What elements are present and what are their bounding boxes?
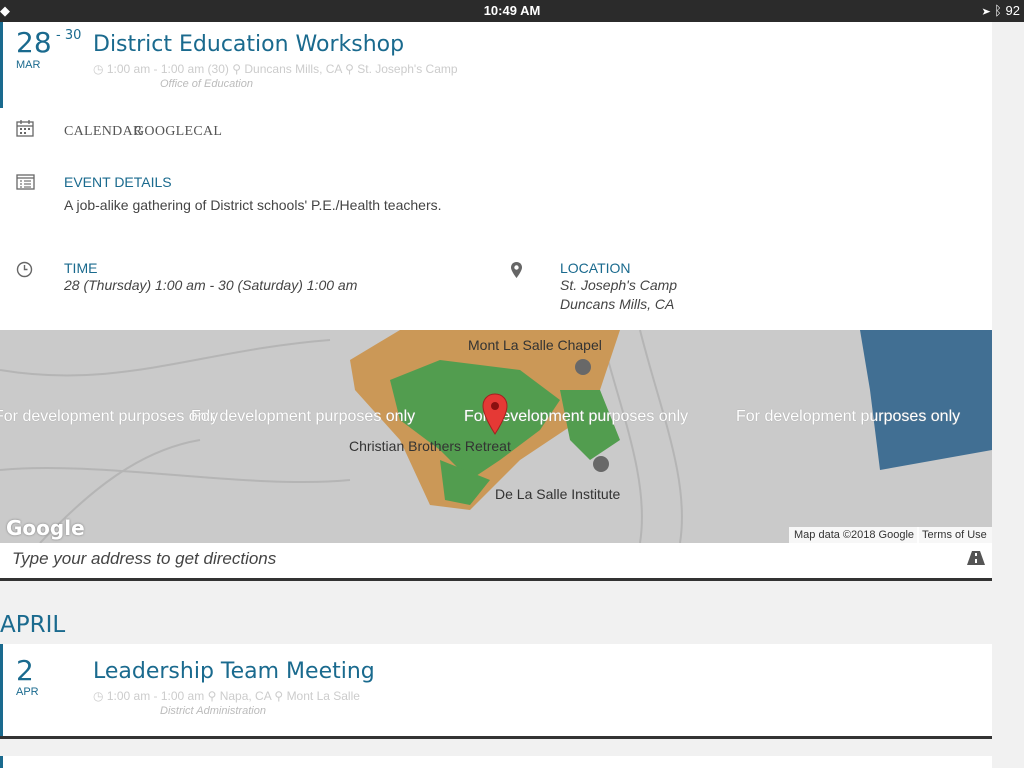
calendar-button[interactable]: CALENDAR — [64, 124, 143, 140]
map-pin-icon: ⚲ — [232, 62, 242, 76]
location-line2: Duncans Mills, CA — [560, 296, 675, 312]
event-meta-time: 1:00 am - 1:00 am — [106, 689, 205, 703]
bluetooth-icon: ᛒ — [994, 3, 1002, 18]
map-view[interactable]: For development purposes only For develo… — [0, 330, 992, 543]
status-time: 10:49 AM — [483, 3, 541, 18]
road-icon[interactable] — [966, 550, 986, 566]
calendar-icon — [16, 120, 34, 137]
event-organization: Office of Education — [160, 78, 253, 90]
time-text: 28 (Thursday) 1:00 am - 30 (Saturday) 1:… — [64, 277, 358, 293]
google-logo: Google — [6, 516, 85, 540]
event-meta: ◷ 1:00 am - 1:00 am (30) ⚲ Duncans Mills… — [93, 62, 458, 76]
event-title[interactable]: Leadership Team Meeting — [93, 659, 375, 684]
map-attribution: Map data ©2018 Google — [789, 527, 920, 543]
clock-icon: ◷ — [93, 689, 104, 703]
event-meta-place: St. Joseph's Camp — [357, 62, 458, 76]
map-label-chapel: Mont La Salle Chapel — [468, 337, 602, 353]
event-accent-bar — [0, 644, 3, 736]
map-watermark: For development purposes only — [0, 408, 219, 425]
event-day-end: - 30 — [56, 28, 82, 43]
googlecal-button[interactable]: GOOGLECAL — [134, 124, 222, 140]
event-accent-bar — [0, 756, 3, 768]
map-watermark: For development purposes only — [736, 408, 961, 425]
location-arrow-icon: ➤ — [982, 3, 991, 18]
map-terms-link[interactable]: Terms of Use — [917, 527, 992, 543]
directions-input[interactable] — [0, 543, 974, 575]
event-month: MAR — [16, 59, 41, 71]
event-card[interactable]: 2 APR Leadership Team Meeting ◷ 1:00 am … — [0, 644, 992, 739]
event-month: APR — [16, 686, 39, 698]
map-pin-icon: ⚲ — [207, 689, 217, 703]
battery-level: 92 — [1005, 3, 1020, 18]
map-label-institute: De La Salle Institute — [495, 486, 621, 502]
location-label: LOCATION — [560, 260, 631, 276]
month-section-header: APRIL — [0, 612, 66, 638]
event-accent-bar — [0, 22, 3, 108]
event-details-label: EVENT DETAILS — [64, 174, 172, 190]
map-watermark: For development purposes only — [191, 408, 416, 425]
event-meta-place: Mont La Salle — [286, 689, 360, 703]
clock-icon: ◷ — [93, 62, 104, 76]
time-label: TIME — [64, 260, 98, 276]
map-pin-icon — [511, 262, 522, 278]
event-day: 2 — [16, 654, 34, 687]
event-day: 28 — [16, 26, 52, 59]
map-marker-icon[interactable] — [481, 392, 509, 436]
status-right: ➤ ᛒ 92 — [983, 3, 1020, 18]
event-card-partial[interactable] — [0, 756, 992, 768]
event-meta-city: Duncans Mills, CA — [244, 62, 342, 76]
map-label-retreat: Christian Brothers Retreat — [349, 438, 511, 454]
map-pin-icon: ⚲ — [345, 62, 354, 76]
event-meta: ◷ 1:00 am - 1:00 am ⚲ Napa, CA ⚲ Mont La… — [93, 689, 360, 703]
event-details-text: A job-alike gathering of District school… — [64, 197, 442, 213]
event-meta-city: Napa, CA — [219, 689, 272, 703]
map-pin-icon: ⚲ — [274, 689, 284, 703]
event-meta-time: 1:00 am - 1:00 am (30) — [106, 62, 229, 76]
event-title[interactable]: District Education Workshop — [93, 32, 404, 57]
list-icon — [16, 174, 35, 190]
map-dev-overlay — [0, 330, 992, 543]
event-card-expanded: 28 - 30 MAR District Education Workshop … — [0, 22, 992, 581]
clock-icon — [16, 261, 33, 278]
event-organization: District Administration — [160, 705, 266, 717]
status-bar: ◆ 10:49 AM ➤ ᛒ 92 — [0, 0, 1024, 22]
location-line1: St. Joseph's Camp — [560, 277, 678, 293]
